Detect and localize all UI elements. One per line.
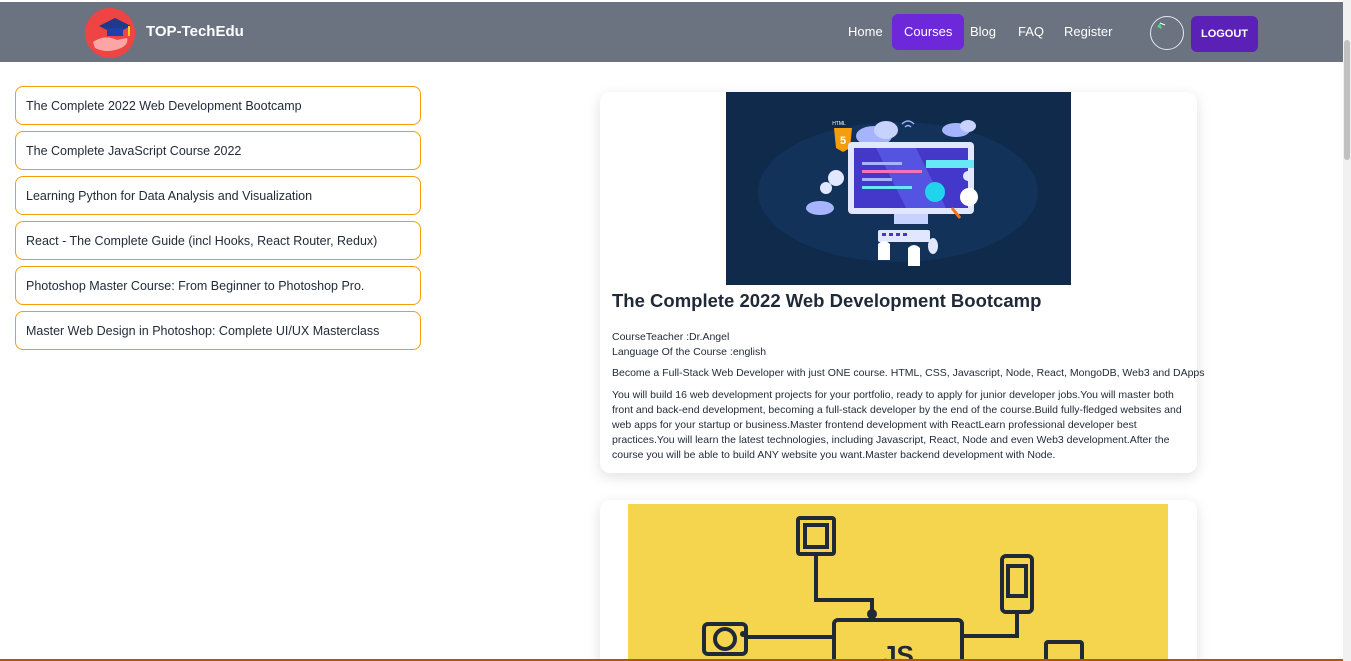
course-card: JS [600,500,1197,661]
nav-blog[interactable]: Blog [958,14,1008,50]
sidebar-course-item[interactable]: Master Web Design in Photoshop: Complete… [15,311,421,350]
sidebar-course-item[interactable]: The Complete JavaScript Course 2022 [15,131,421,170]
nav-faq[interactable]: FAQ [1006,14,1056,50]
course-card: 5 HTML The Complete 2022 Web Development… [600,92,1205,473]
nav-register[interactable]: Register [1052,14,1124,50]
course-teacher: CourseTeacher :Dr.Angel [612,331,730,343]
nav-courses[interactable]: Courses [892,14,965,50]
course-title: The Complete 2022 Web Development Bootca… [612,290,1042,311]
js-label: JS [882,640,914,661]
course-summary: Become a Full-Stack Web Developer with j… [612,367,1205,379]
brand-name[interactable]: TOP-TechEdu [146,23,244,40]
course-description: You will build 16 web development projec… [612,389,1182,461]
scrollbar-thumb[interactable] [1344,40,1350,160]
user-avatar[interactable] [1150,16,1184,50]
course-image: 5 HTML [726,92,1071,285]
sidebar-course-item[interactable]: React - The Complete Guide (incl Hooks, … [15,221,421,260]
nav-home[interactable]: Home [836,14,895,50]
navbar: TOP-TechEdu Home Courses Blog FAQ Regist… [0,2,1343,62]
course-image: JS [628,504,1168,661]
sidebar-course-item[interactable]: The Complete 2022 Web Development Bootca… [15,86,421,125]
sidebar-course-item[interactable]: Photoshop Master Course: From Beginner t… [15,266,421,305]
html5-badge: 5 [840,135,846,147]
course-language: Language Of the Course :english [612,346,767,358]
logo-icon[interactable] [85,8,135,58]
vertical-scrollbar[interactable] [1343,0,1351,661]
logout-button[interactable]: LOGOUT [1191,16,1258,52]
sidebar-course-item[interactable]: Learning Python for Data Analysis and Vi… [15,176,421,215]
html-label: HTML [832,121,846,127]
